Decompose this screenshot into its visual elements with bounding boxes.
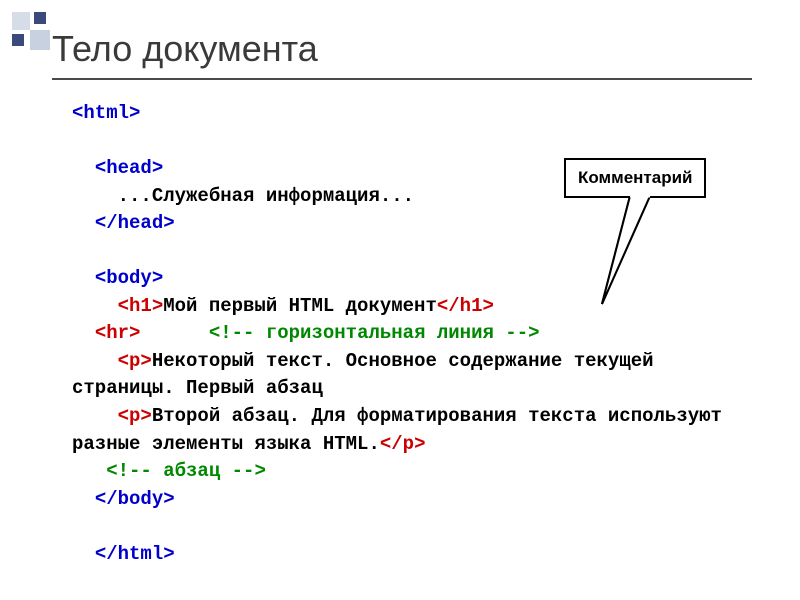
tag-html-close: </html> <box>95 543 175 565</box>
tag-html-open: <html> <box>72 102 140 124</box>
tag-p2-close: </p> <box>380 433 426 455</box>
comment-hr: <!-- горизонтальная линия --> <box>209 322 540 344</box>
tag-head-close: </head> <box>95 212 175 234</box>
tag-body-close: </body> <box>95 488 175 510</box>
callout-arrow-icon <box>594 196 674 316</box>
comment-callout: Комментарий <box>564 158 706 198</box>
slide-corner-decoration <box>12 12 54 54</box>
h1-text: Мой первый HTML документ <box>163 295 437 317</box>
tag-hr: <hr> <box>95 322 141 344</box>
tag-head-open: <head> <box>95 157 163 179</box>
tag-h1-open: <h1> <box>118 295 164 317</box>
callout-label: Комментарий <box>564 158 706 198</box>
title-underline <box>52 78 752 80</box>
tag-h1-close: </h1> <box>437 295 494 317</box>
head-content: ...Служебная информация... <box>118 185 414 207</box>
tag-p1-open: <p> <box>118 350 152 372</box>
slide-title: Тело документа <box>52 28 318 70</box>
tag-body-open: <body> <box>95 267 163 289</box>
tag-p2-open: <p> <box>118 405 152 427</box>
p1-text: Некоторый текст. Основное содержание тек… <box>72 350 665 400</box>
comment-paragraph: <!-- абзац --> <box>106 460 266 482</box>
